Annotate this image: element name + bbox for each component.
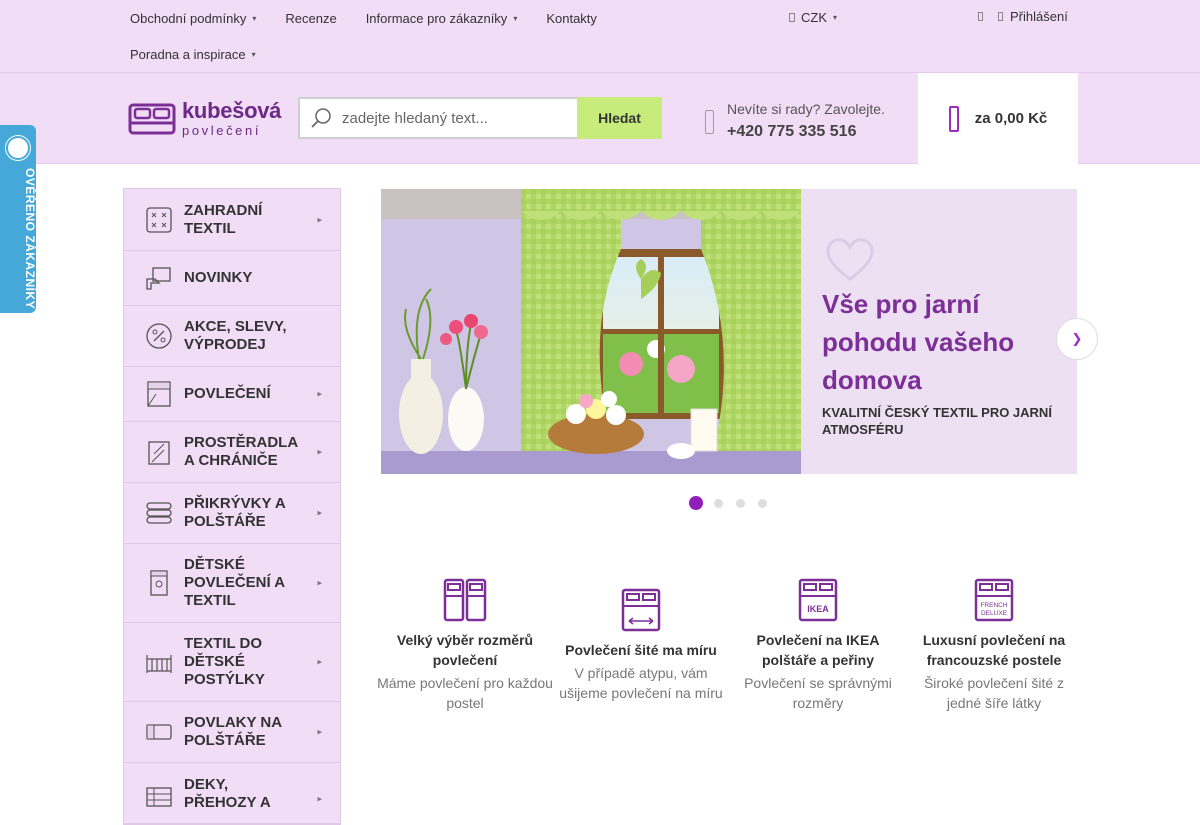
feature-item: FRENCH DELUXE Luxusní povlečení na franc… xyxy=(906,578,1082,713)
chevron-right-icon: ▸ xyxy=(317,656,322,667)
heart-icon xyxy=(826,238,874,281)
chevron-down-icon: ▾ xyxy=(252,13,257,23)
nav-advice[interactable]: Poradna a inspirace ▾ xyxy=(130,47,256,62)
chevron-down-icon: ▾ xyxy=(513,13,518,23)
lock-icon xyxy=(978,12,983,21)
chevron-right-icon: ❯ xyxy=(1071,331,1083,346)
slider-dot[interactable] xyxy=(736,498,745,508)
feature-title: Povlečení na IKEA polštáře a peřiny xyxy=(756,632,880,668)
custom-size-icon xyxy=(621,588,661,632)
feature-description: V případě atypu, vám ušijeme povlečení n… xyxy=(559,665,723,701)
blanket-icon xyxy=(146,787,172,807)
pillowcase-icon xyxy=(146,724,172,740)
search-icon xyxy=(311,108,331,128)
top-bar: Obchodní podmínky ▾ Recenze Informace pro… xyxy=(0,0,1200,72)
bed-sizes-icon xyxy=(443,578,487,622)
user-icon xyxy=(998,12,1003,21)
spring-window-photo xyxy=(381,189,801,474)
top-nav-row-2: Poradna a inspirace ▾ xyxy=(130,36,626,72)
bed-logo-icon xyxy=(128,103,176,134)
chevron-right-icon: ▸ xyxy=(317,577,322,588)
phone-icon xyxy=(705,109,714,134)
new-items-icon xyxy=(146,267,171,290)
feature-item: IKEA Povlečení na IKEA polštáře a peřiny… xyxy=(730,578,906,713)
verified-label: OVĚŘENO ZÁKAZNÍKY xyxy=(23,168,37,310)
category-item[interactable]: Zahradní textil ▸ xyxy=(124,189,340,251)
cart-button[interactable]: za 0,00 Kč xyxy=(918,73,1078,164)
phone-number[interactable]: +420 775 335 516 xyxy=(727,120,885,144)
feature-description: Široké povlečení šité z jedné šíře látky xyxy=(923,675,1065,711)
logo-name: kubešová xyxy=(182,98,282,123)
logo-subtitle: povlečení xyxy=(182,123,262,138)
feature-description: Máme povlečení pro každou postel xyxy=(377,675,553,711)
currency-icon xyxy=(789,13,795,22)
hero-slider[interactable]: Vše pro jarní pohodu vašeho domova KVALI… xyxy=(381,189,1077,474)
chevron-right-icon: ▸ xyxy=(317,793,322,804)
verified-customers-badge[interactable]: OVĚŘENO ZÁKAZNÍKY xyxy=(0,125,37,313)
slide-promo-panel: Vše pro jarní pohodu vašeho domova KVALI… xyxy=(801,189,1077,474)
slide-subtitle: KVALITNÍ ČESKÝ TEXTIL PRO JARNÍ ATMOSFÉR… xyxy=(822,405,1052,437)
kids-bedding-icon xyxy=(150,570,168,596)
slide-title: Vše pro jarní pohodu vašeho domova xyxy=(822,289,1015,395)
currency-selector[interactable]: CZK ▾ xyxy=(789,10,837,25)
chevron-right-icon: ▸ xyxy=(317,726,322,737)
category-item[interactable]: Dětské povlečení a textil ▸ xyxy=(124,544,340,623)
chevron-down-icon: ▾ xyxy=(251,49,256,59)
garden-textile-icon xyxy=(146,206,172,233)
search-field-wrapper xyxy=(298,97,577,139)
chevron-right-icon: ▸ xyxy=(317,446,322,457)
header: kubešová povlečení Hledat Nevíte si rady… xyxy=(0,72,1200,164)
slider-dot[interactable] xyxy=(714,498,723,508)
feature-title: Velký výběr rozměrů povlečení xyxy=(396,632,534,668)
category-item[interactable]: Přikrývky a polštáře ▸ xyxy=(124,483,340,544)
category-item[interactable]: Deky, přehozy a ▸ xyxy=(124,763,340,824)
category-item[interactable]: Akce, slevy, výprodej xyxy=(124,306,340,367)
sheet-icon xyxy=(148,441,170,465)
category-item[interactable]: Textil do dětské postýlky ▸ xyxy=(124,623,340,702)
chevron-right-icon: ▸ xyxy=(317,388,322,399)
slider-dots xyxy=(689,496,780,510)
cart-total: za 0,00 Kč xyxy=(974,110,1048,127)
search-form: Hledat xyxy=(298,97,662,139)
category-item[interactable]: Povlaky na polštáře ▸ xyxy=(124,702,340,763)
nav-customer-info[interactable]: Informace pro zákazníky ▾ xyxy=(366,11,518,26)
chevron-down-icon: ▾ xyxy=(833,13,838,22)
category-item[interactable]: Povlečení ▸ xyxy=(124,367,340,422)
chevron-right-icon: ▸ xyxy=(317,214,322,224)
nav-terms[interactable]: Obchodní podmínky ▾ xyxy=(130,11,256,26)
feature-item: Povlečení šité ma míru V případě atypu, … xyxy=(553,588,729,703)
top-navigation: Obchodní podmínky ▾ Recenze Informace pro… xyxy=(130,0,626,72)
category-item[interactable]: Prostěradla a chrániče ▸ xyxy=(124,422,340,483)
phone-hint: Nevíte si rady? Zavolejte. xyxy=(727,101,885,117)
crib-icon xyxy=(146,655,172,673)
top-nav-row-1: Obchodní podmínky ▾ Recenze Informace pro… xyxy=(130,0,626,36)
slider-dot[interactable] xyxy=(689,496,703,510)
login-link[interactable]: Přihlášení xyxy=(978,9,1068,24)
duvet-icon xyxy=(146,502,172,524)
search-button[interactable]: Hledat xyxy=(577,97,662,139)
ikea-icon: IKEA xyxy=(798,578,838,622)
french-deluxe-icon: FRENCH DELUXE xyxy=(974,578,1014,622)
feature-description: Povlečení se správnými rozměry xyxy=(744,675,892,711)
phone-contact: Nevíte si rady? Zavolejte. +420 775 335 … xyxy=(705,99,885,144)
search-input[interactable] xyxy=(342,109,562,127)
slider-next-button[interactable]: ❯ xyxy=(1056,318,1098,360)
percent-icon xyxy=(146,323,172,349)
slider-dot[interactable] xyxy=(758,498,767,508)
nav-reviews[interactable]: Recenze xyxy=(285,11,336,26)
svg-text:IKEA: IKEA xyxy=(807,604,829,614)
category-item[interactable]: Novinky xyxy=(124,251,340,306)
bedding-icon xyxy=(147,381,171,407)
verified-seal-icon xyxy=(6,136,30,160)
chevron-right-icon: ▸ xyxy=(317,507,322,518)
svg-text:DELUXE: DELUXE xyxy=(981,610,1008,617)
nav-contacts[interactable]: Kontakty xyxy=(546,11,597,26)
feature-title: Povlečení šité ma míru xyxy=(565,642,717,658)
category-sidebar: Zahradní textil ▸ Novinky Akce, slevy, v… xyxy=(123,188,341,825)
svg-text:FRENCH: FRENCH xyxy=(980,602,1007,609)
feature-title: Luxusní povlečení na francouzské postele xyxy=(922,632,1066,668)
logo[interactable]: kubešová povlečení xyxy=(128,100,281,137)
cart-icon xyxy=(948,105,959,132)
feature-item: Velký výběr rozměrů povlečení Máme povle… xyxy=(377,578,553,713)
